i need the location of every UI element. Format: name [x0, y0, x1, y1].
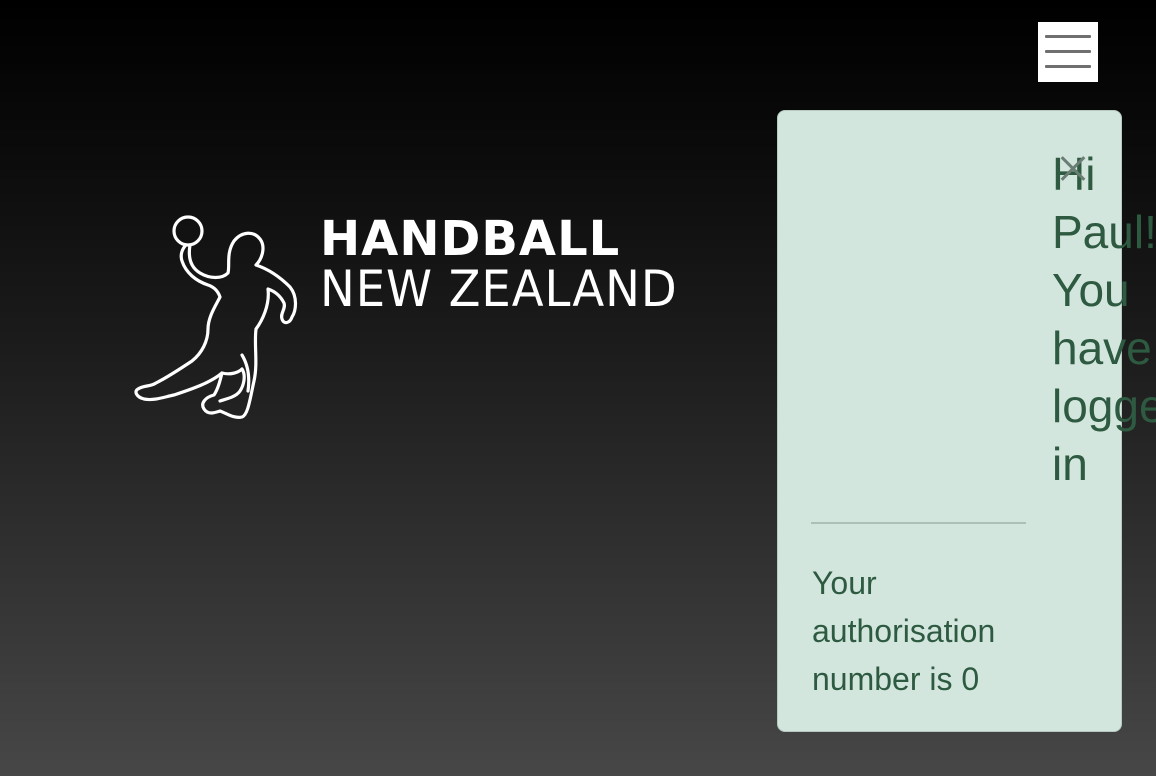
toast-body: Your authorisation number is 0 [812, 565, 996, 697]
close-icon[interactable] [1056, 151, 1090, 185]
hamburger-menu-icon [1045, 35, 1091, 38]
logo-wordmark: HANDBALL NEW ZEALAND [320, 215, 705, 315]
menu-button[interactable] [1038, 22, 1098, 82]
handball-player-icon [134, 215, 298, 419]
toast-divider [811, 522, 1026, 524]
logo-line-handball: HANDBALL [320, 211, 621, 267]
login-toast: Hi Paul! You have logged in Your authori… [777, 110, 1156, 732]
toast-heading: Hi Paul! You have logged in [1052, 148, 1156, 490]
logo-line-new-zealand: NEW ZEALAND [320, 260, 678, 318]
brand-logo: HANDBALL NEW ZEALAND [130, 205, 710, 425]
